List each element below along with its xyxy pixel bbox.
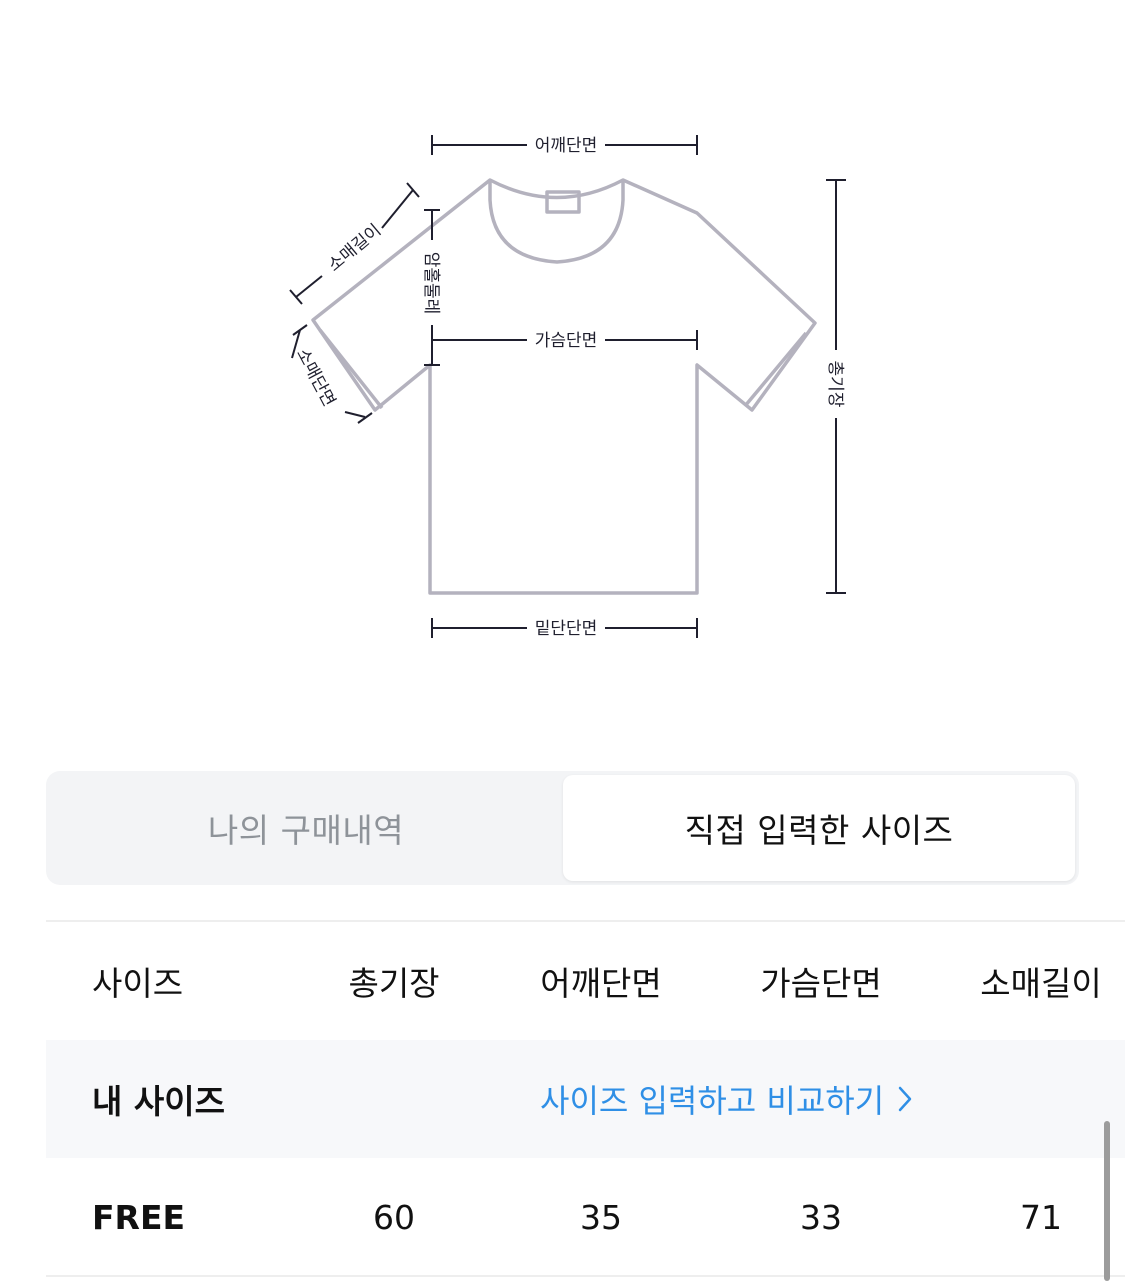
header-sleeve-length: 소매길이 xyxy=(980,964,1102,1003)
header-chest: 가슴단면 xyxy=(760,964,882,1003)
tshirt-size-diagram: 어깨단면 가슴단면 밑단단면 총기장 암홀둘레 소매길이 소매단면 xyxy=(289,135,846,639)
label-armhole: 암홀둘레 xyxy=(421,252,441,315)
label-hem: 밑단단면 xyxy=(535,619,598,639)
size-name: FREE xyxy=(92,1197,186,1237)
value-total-length: 60 xyxy=(373,1197,415,1237)
value-sleeve-length: 71 xyxy=(1020,1197,1062,1237)
value-shoulder: 35 xyxy=(580,1197,622,1237)
value-chest: 33 xyxy=(800,1197,842,1237)
scrollbar[interactable] xyxy=(1104,1121,1110,1281)
header-shoulder: 어깨단면 xyxy=(540,964,662,1003)
compare-size-link-text: 사이즈 입력하고 비교하기 xyxy=(540,1082,885,1120)
my-size-label: 내 사이즈 xyxy=(92,1082,225,1121)
header-total-length: 총기장 xyxy=(348,964,440,1003)
label-chest: 가슴단면 xyxy=(535,331,598,351)
tshirt-outline xyxy=(311,178,817,595)
my-size-row: 내 사이즈 사이즈 입력하고 비교하기 xyxy=(46,1040,1125,1158)
tab-purchase-history[interactable]: 나의 구매내역 xyxy=(50,775,562,881)
divider xyxy=(46,1275,1125,1277)
compare-size-link[interactable]: 사이즈 입력하고 비교하기 xyxy=(540,1040,912,1158)
label-total-length: 총기장 xyxy=(825,361,845,408)
size-table-header: 사이즈 총기장 어깨단면 가슴단면 소매길이 xyxy=(46,922,1125,1040)
label-shoulder: 어깨단면 xyxy=(535,136,598,156)
size-source-tabs: 나의 구매내역 직접 입력한 사이즈 xyxy=(46,771,1079,885)
tab-entered-size[interactable]: 직접 입력한 사이즈 xyxy=(563,775,1075,881)
table-row: FREE 60 35 33 71 xyxy=(46,1158,1125,1276)
label-sleeve-length: 소매길이 xyxy=(324,220,385,276)
label-sleeve-opening: 소매단면 xyxy=(292,345,339,410)
header-size: 사이즈 xyxy=(92,964,184,1003)
chevron-right-icon xyxy=(898,1086,912,1112)
